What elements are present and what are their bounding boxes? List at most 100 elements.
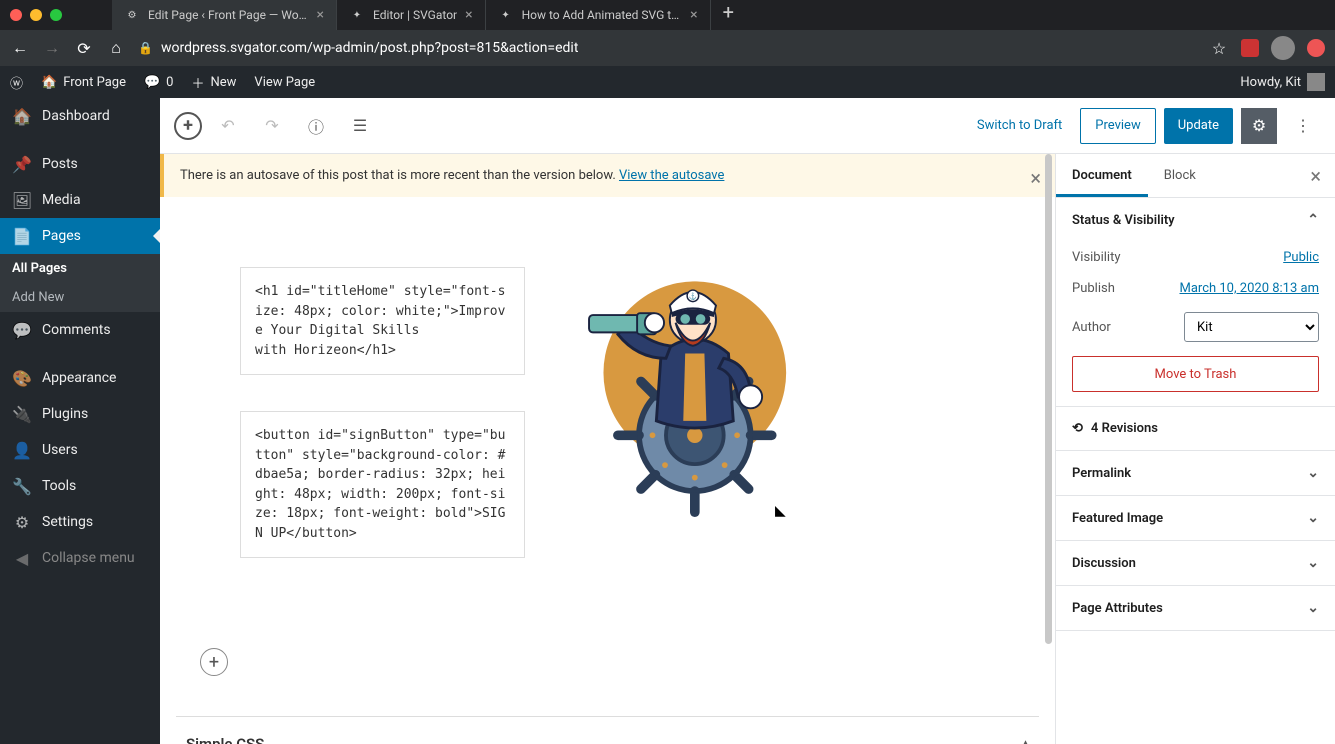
media-icon: 🖼 (12, 190, 32, 210)
menu-plugins[interactable]: 🔌Plugins (0, 396, 160, 432)
html-block-button[interactable]: <button id="signButton" type="button" st… (240, 411, 525, 558)
visibility-value-link[interactable]: Public (1283, 250, 1319, 265)
chevron-down-icon: ⌄ (1307, 555, 1319, 571)
editor-canvas[interactable]: <h1 id="titleHome" style="font-size: 48p… (160, 197, 1055, 598)
wp-admin-bar: ⓦ 🏠 Front Page 💬 0 ＋ New View Page Howdy… (0, 66, 1335, 98)
dashboard-icon: 🏠 (12, 106, 32, 126)
switch-to-draft-link[interactable]: Switch to Draft (967, 118, 1072, 133)
extension-icon[interactable] (1307, 39, 1325, 57)
menu-pages[interactable]: 📄Pages (0, 218, 160, 254)
svgator-favicon-icon: ✦ (349, 7, 365, 23)
browser-tab-svgator[interactable]: ✦ Editor | SVGator × (337, 0, 486, 30)
chevron-down-icon: ⌄ (1307, 510, 1319, 526)
close-panel-button[interactable]: × (1296, 164, 1335, 188)
notice-text: There is an autosave of this post that i… (180, 168, 619, 183)
maximize-window-icon[interactable] (50, 9, 62, 21)
browser-tab-wordpress[interactable]: ⚙ Edit Page ‹ Front Page — WordP × (112, 0, 337, 30)
chevron-down-icon: ⌄ (1307, 600, 1319, 616)
menu-label: Comments (42, 322, 111, 338)
add-block-inline-button[interactable]: + (200, 648, 228, 676)
minimize-window-icon[interactable] (30, 9, 42, 21)
publish-date-link[interactable]: March 10, 2020 8:13 am (1179, 281, 1319, 296)
section-title: Status & Visibility (1072, 213, 1175, 228)
close-tab-icon[interactable]: × (690, 7, 697, 23)
menu-dashboard[interactable]: 🏠Dashboard (0, 98, 160, 134)
lock-icon: 🔒 (138, 41, 153, 55)
collapse-up-icon[interactable]: ▴ (1022, 736, 1029, 744)
menu-media[interactable]: 🖼 Media (0, 182, 160, 218)
more-options-button[interactable]: ⋮ (1285, 108, 1321, 144)
new-content-link[interactable]: ＋ New (191, 73, 236, 92)
view-page-label: View Page (254, 75, 315, 90)
menu-users[interactable]: 👤Users (0, 432, 160, 468)
menu-appearance[interactable]: 🎨 Appearance (0, 360, 160, 396)
revisions-link[interactable]: ⟲4 Revisions (1056, 407, 1335, 450)
profile-avatar-icon[interactable] (1271, 36, 1295, 60)
settings-gear-button[interactable]: ⚙ (1241, 108, 1277, 144)
menu-label: Appearance (42, 370, 116, 386)
menu-tools[interactable]: 🔧Tools (0, 468, 160, 504)
section-title: Discussion (1072, 556, 1136, 571)
submenu-add-new[interactable]: Add New (0, 283, 160, 312)
simple-css-panel[interactable]: Simple CSS ▴ (176, 716, 1039, 744)
window-controls (10, 9, 62, 21)
view-autosave-link[interactable]: View the autosave (619, 168, 724, 183)
view-page-link[interactable]: View Page (254, 75, 315, 90)
redo-button[interactable]: ↷ (254, 108, 290, 144)
close-tab-icon[interactable]: × (317, 7, 324, 23)
menu-comments[interactable]: 💬Comments (0, 312, 160, 348)
author-select[interactable]: Kit (1184, 312, 1319, 342)
browser-tab-howto[interactable]: ✦ How to Add Animated SVG to W × (486, 0, 711, 30)
add-block-button[interactable]: + (174, 112, 202, 140)
tab-block[interactable]: Block (1148, 154, 1212, 197)
appearance-icon: 🎨 (12, 368, 32, 388)
html-block-title[interactable]: <h1 id="titleHome" style="font-size: 48p… (240, 267, 525, 375)
forward-button[interactable]: → (42, 38, 62, 58)
submenu-all-pages[interactable]: All Pages (0, 254, 160, 283)
address-bar[interactable]: 🔒 wordpress.svgator.com/wp-admin/post.ph… (138, 40, 1197, 56)
section-title: Permalink (1072, 466, 1131, 481)
site-link[interactable]: 🏠 Front Page (41, 75, 126, 90)
home-button[interactable]: ⌂ (106, 38, 126, 58)
new-tab-button[interactable]: + (711, 0, 746, 30)
menu-label: Plugins (42, 406, 88, 422)
captain-illustration[interactable]: ⚓ (575, 267, 805, 517)
back-button[interactable]: ← (10, 38, 30, 58)
tab-title: Editor | SVGator (373, 8, 457, 22)
update-button[interactable]: Update (1164, 108, 1233, 144)
section-page-attributes[interactable]: Page Attributes ⌄ (1056, 586, 1335, 630)
wp-logo-icon[interactable]: ⓦ (10, 73, 23, 92)
dismiss-notice-button[interactable]: × (1030, 166, 1041, 190)
howdy-user[interactable]: Howdy, Kit (1240, 73, 1325, 91)
comments-link[interactable]: 💬 0 (144, 75, 174, 90)
menu-label: Settings (42, 514, 93, 530)
close-tab-icon[interactable]: × (465, 7, 472, 23)
editor-canvas-scroll[interactable]: There is an autosave of this post that i… (160, 154, 1055, 744)
menu-settings[interactable]: ⚙Settings (0, 504, 160, 540)
extension-icon[interactable] (1241, 39, 1259, 57)
section-discussion[interactable]: Discussion ⌄ (1056, 541, 1335, 585)
mouse-cursor-icon: ◣ (775, 503, 786, 519)
section-permalink[interactable]: Permalink ⌄ (1056, 451, 1335, 495)
section-header[interactable]: Status & Visibility ⌃ (1056, 198, 1335, 242)
howdy-text: Howdy, Kit (1240, 75, 1301, 90)
revisions-label: 4 Revisions (1091, 421, 1158, 436)
undo-button[interactable]: ↶ (210, 108, 246, 144)
menu-collapse[interactable]: ◀Collapse menu (0, 540, 160, 576)
section-featured-image[interactable]: Featured Image ⌄ (1056, 496, 1335, 540)
settings-panel: Document Block × Status & Visibility ⌃ V… (1055, 154, 1335, 744)
outline-button[interactable]: ☰ (342, 108, 378, 144)
reload-button[interactable]: ⟳ (74, 39, 94, 58)
info-button[interactable]: ⓘ (298, 108, 334, 144)
close-window-icon[interactable] (10, 9, 22, 21)
section-status-visibility: Status & Visibility ⌃ Visibility Public … (1056, 198, 1335, 407)
publish-label: Publish (1072, 281, 1115, 296)
bookmark-star-icon[interactable]: ☆ (1209, 39, 1229, 58)
preview-button[interactable]: Preview (1080, 108, 1155, 144)
menu-label: Media (42, 192, 81, 208)
tab-document[interactable]: Document (1056, 154, 1148, 197)
menu-posts[interactable]: 📌Posts (0, 146, 160, 182)
scrollbar-thumb[interactable] (1045, 154, 1052, 644)
collapse-icon: ◀ (12, 548, 32, 568)
move-to-trash-button[interactable]: Move to Trash (1072, 356, 1319, 392)
